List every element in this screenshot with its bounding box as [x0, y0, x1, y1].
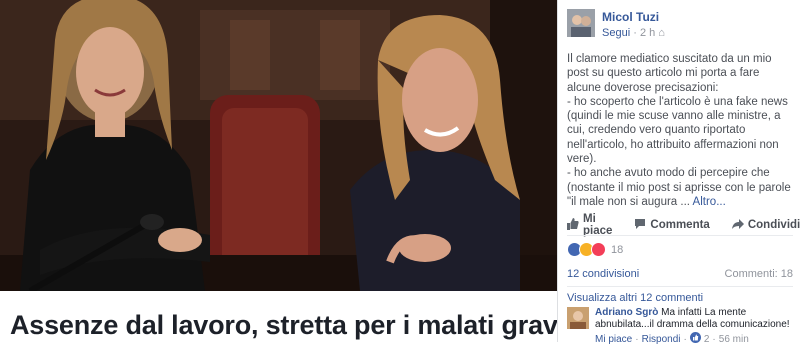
comment-body: Adriano Sgrò Ma infatti La mente abnubil…: [595, 307, 795, 331]
meta-separator: ·: [712, 333, 716, 345]
post-text: Il clamore mediatico suscitato da un mio…: [567, 52, 795, 209]
comment-meta: Mi piace · Rispondi · 2 · 56 min: [595, 332, 749, 346]
comments-count[interactable]: Commenti: 18: [725, 268, 793, 280]
author-avatar[interactable]: [567, 9, 595, 37]
comment-label: Commenta: [650, 219, 710, 231]
share-arrow-icon: [731, 218, 744, 233]
love-reaction-icon: [591, 242, 606, 257]
engagement-counts: 12 condivisioni Commenti: 18: [567, 268, 793, 280]
speech-bubble-icon: [634, 218, 646, 233]
view-more-comments-link[interactable]: Visualizza altri 12 commenti: [567, 292, 703, 304]
share-button[interactable]: Condividi: [731, 218, 800, 233]
meta-separator: ·: [633, 27, 640, 39]
article-photo[interactable]: [0, 0, 557, 291]
meta-separator: ·: [683, 333, 687, 345]
post-author[interactable]: Micol Tuzi: [602, 10, 659, 24]
reaction-count: 18: [611, 243, 624, 256]
shares-count[interactable]: 12 condivisioni: [567, 268, 639, 280]
divider: [567, 235, 793, 236]
see-more-link[interactable]: Altro...: [693, 196, 726, 208]
reactions-summary[interactable]: 18: [567, 242, 623, 257]
post-meta: Segui · 2 h ⌂: [602, 27, 665, 39]
commenter-avatar[interactable]: [567, 307, 589, 329]
comment-time[interactable]: 56 min: [719, 334, 749, 345]
comment-reply-link[interactable]: Rispondi: [642, 334, 681, 345]
like-label: Mi piace: [583, 213, 613, 237]
post-paragraph: Il clamore mediatico suscitato da un mio…: [567, 53, 772, 94]
globe-icon: ⌂: [658, 27, 665, 39]
post-time[interactable]: 2 h: [640, 27, 655, 39]
facebook-post-panel: Micol Tuzi Segui · 2 h ⌂ Il clamore medi…: [557, 0, 800, 345]
follow-link[interactable]: Segui: [602, 27, 630, 39]
commenter-name[interactable]: Adriano Sgrò: [595, 307, 658, 318]
meta-separator: ·: [635, 333, 639, 345]
comment-like-link[interactable]: Mi piace: [595, 334, 632, 345]
share-label: Condividi: [747, 219, 800, 231]
thumbs-up-icon: [567, 217, 579, 233]
post-paragraph: - ho scoperto che l'articolo è una fake …: [567, 95, 788, 166]
article-panel: Assenze dal lavoro, stretta per i malati…: [0, 0, 668, 342]
comment-like-count: 2: [703, 333, 710, 345]
comment-like-badge-icon: [689, 332, 701, 346]
divider: [567, 286, 793, 287]
post-paragraph-text: - ho anche avuto modo di percepire che (…: [567, 167, 791, 208]
post-actions: Mi piace Commenta Condividi: [567, 213, 800, 237]
like-button[interactable]: Mi piace: [567, 213, 612, 237]
post-paragraph: - ho anche avuto modo di percepire che (…: [567, 166, 795, 209]
comment-button[interactable]: Commenta: [634, 218, 710, 233]
